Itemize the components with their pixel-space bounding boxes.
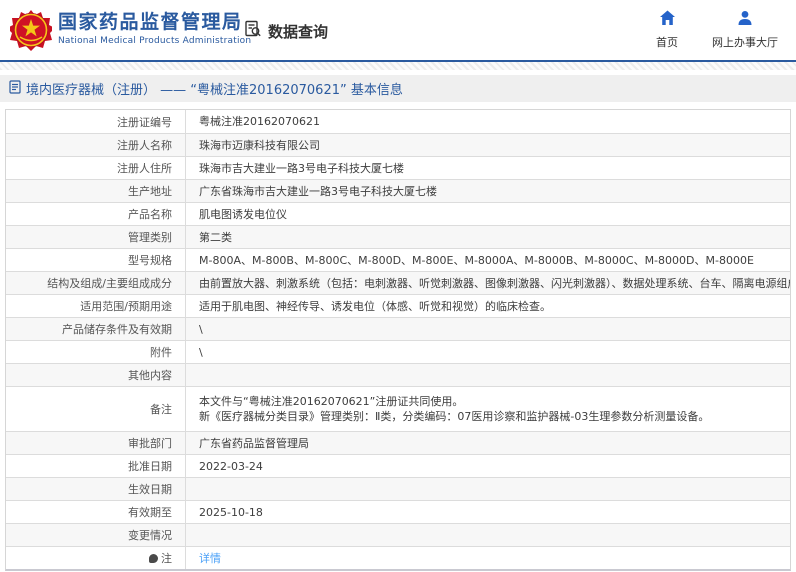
- field-label: 生产地址: [6, 180, 186, 202]
- table-row: 结构及组成/主要组成成分 由前置放大器、刺激系统（包括：电刺激器、听觉刺激器、图…: [6, 271, 790, 294]
- remark-line-2: 新《医疗器械分类目录》管理类别：Ⅱ类，分类编码：07医用诊察和监护器械-03生理…: [199, 410, 710, 423]
- field-label: 型号规格: [6, 249, 186, 271]
- field-value: 适用于肌电图、神经传导、诱发电位（体感、听觉和视觉）的临床检查。: [199, 299, 551, 313]
- field-value: [186, 364, 790, 386]
- table-row: 注册人住所 珠海市吉大建业一路3号电子科技大厦七楼: [6, 156, 790, 179]
- table-row: 有效期至 2025-10-18: [6, 500, 790, 523]
- field-value: \: [199, 322, 203, 336]
- field-label: 注册人住所: [6, 157, 186, 179]
- table-row: 变更情况: [6, 523, 790, 546]
- table-row-note: 注 详情: [6, 546, 790, 569]
- table-row: 审批部门 广东省药品监督管理局: [6, 431, 790, 454]
- detail-link[interactable]: 详情: [199, 550, 784, 566]
- agency-title-block: 国家药品监督管理局 National Medical Products Admi…: [58, 11, 251, 46]
- field-value: 详情: [186, 547, 790, 569]
- agency-name-en: National Medical Products Administration: [58, 36, 252, 46]
- table-row: 注册证编号 粤械注准20162070621: [6, 110, 790, 133]
- field-value: 珠海市迈康科技有限公司: [199, 138, 320, 152]
- field-value: \: [199, 345, 203, 359]
- field-value: 粤械注准20162070621: [199, 115, 320, 128]
- data-query-label: 数据查询: [268, 22, 329, 41]
- field-value: M-800A、M-800B、M-800C、M-800D、M-800E、M-800…: [199, 253, 754, 267]
- header-nav: 首页 网上办事大厅: [656, 10, 778, 50]
- hatch-pattern-band: [0, 62, 796, 70]
- remark-line-1: 本文件与“粤械注准20162070621”注册证共同使用。: [199, 395, 464, 408]
- table-row: 管理类别 第二类: [6, 225, 790, 248]
- field-label: 附件: [6, 341, 186, 363]
- breadcrumb: 境内医疗器械（注册） —— “粤械注准20162070621” 基本信息: [0, 75, 796, 102]
- field-value: 珠海市吉大建业一路3号电子科技大厦七楼: [199, 161, 404, 175]
- nmpa-emblem-logo[interactable]: [7, 9, 55, 51]
- field-label: 注册人名称: [6, 134, 186, 156]
- field-value: 广东省药品监督管理局: [199, 436, 309, 450]
- registration-detail-table: 注册证编号 粤械注准20162070621 注册人名称 珠海市迈康科技有限公司 …: [5, 109, 791, 571]
- field-label: 注: [6, 547, 186, 569]
- nav-item-service-hall[interactable]: 网上办事大厅: [712, 10, 778, 50]
- data-query-tab[interactable]: 数据查询: [244, 20, 328, 42]
- field-value: 2022-03-24: [199, 459, 263, 473]
- agency-name-cn: 国家药品监督管理局: [58, 11, 243, 33]
- field-label: 结构及组成/主要组成成分: [6, 272, 186, 294]
- field-label: 产品储存条件及有效期: [6, 318, 186, 340]
- table-row: 生效日期: [6, 477, 790, 500]
- field-label: 产品名称: [6, 203, 186, 225]
- field-label: 管理类别: [6, 226, 186, 248]
- table-row: 型号规格 M-800A、M-800B、M-800C、M-800D、M-800E、…: [6, 248, 790, 271]
- table-row: 批准日期 2022-03-24: [6, 454, 790, 477]
- home-icon: [659, 10, 676, 30]
- document-search-icon: [244, 20, 262, 42]
- document-icon: [9, 79, 21, 98]
- field-value: 2025-10-18: [199, 505, 263, 519]
- field-value: 广东省珠海市吉大建业一路3号电子科技大厦七楼: [199, 184, 437, 198]
- nav-item-home[interactable]: 首页: [656, 10, 678, 50]
- page-title: 境内医疗器械（注册） —— “粤械注准20162070621” 基本信息: [26, 83, 403, 98]
- field-value: 肌电图诱发电位仪: [199, 207, 287, 221]
- field-label: 其他内容: [6, 364, 186, 386]
- field-label: 生效日期: [6, 478, 186, 500]
- table-row: 其他内容: [6, 363, 790, 386]
- field-label: 变更情况: [6, 524, 186, 546]
- table-row: 适用范围/预期用途 适用于肌电图、神经传导、诱发电位（体感、听觉和视觉）的临床检…: [6, 294, 790, 317]
- field-value: 本文件与“粤械注准20162070621”注册证共同使用。 新《医疗器械分类目录…: [186, 387, 790, 431]
- page-header: 国家药品监督管理局 National Medical Products Admi…: [0, 0, 796, 60]
- table-row: 产品名称 肌电图诱发电位仪: [6, 202, 790, 225]
- field-label: 备注: [6, 387, 186, 431]
- field-value: 第二类: [199, 230, 232, 244]
- nav-label-service-hall: 网上办事大厅: [712, 36, 778, 49]
- table-row: 附件 \: [6, 340, 790, 363]
- field-label: 审批部门: [6, 432, 186, 454]
- table-row: 注册人名称 珠海市迈康科技有限公司: [6, 133, 790, 156]
- field-label: 适用范围/预期用途: [6, 295, 186, 317]
- field-label: 注册证编号: [6, 110, 186, 133]
- table-row: 产品储存条件及有效期 \: [6, 317, 790, 340]
- nav-label-home: 首页: [656, 36, 678, 49]
- table-row: 生产地址 广东省珠海市吉大建业一路3号电子科技大厦七楼: [6, 179, 790, 202]
- field-label: 有效期至: [6, 501, 186, 523]
- field-value: [186, 524, 790, 546]
- person-icon: [737, 10, 753, 30]
- field-value: 由前置放大器、刺激系统（包括：电刺激器、听觉刺激器、图像刺激器、闪光刺激器）、数…: [199, 276, 790, 290]
- note-bullet-icon: [149, 553, 158, 563]
- table-row-remark: 备注 本文件与“粤械注准20162070621”注册证共同使用。 新《医疗器械分…: [6, 386, 790, 431]
- field-label: 批准日期: [6, 455, 186, 477]
- field-value: [186, 478, 790, 500]
